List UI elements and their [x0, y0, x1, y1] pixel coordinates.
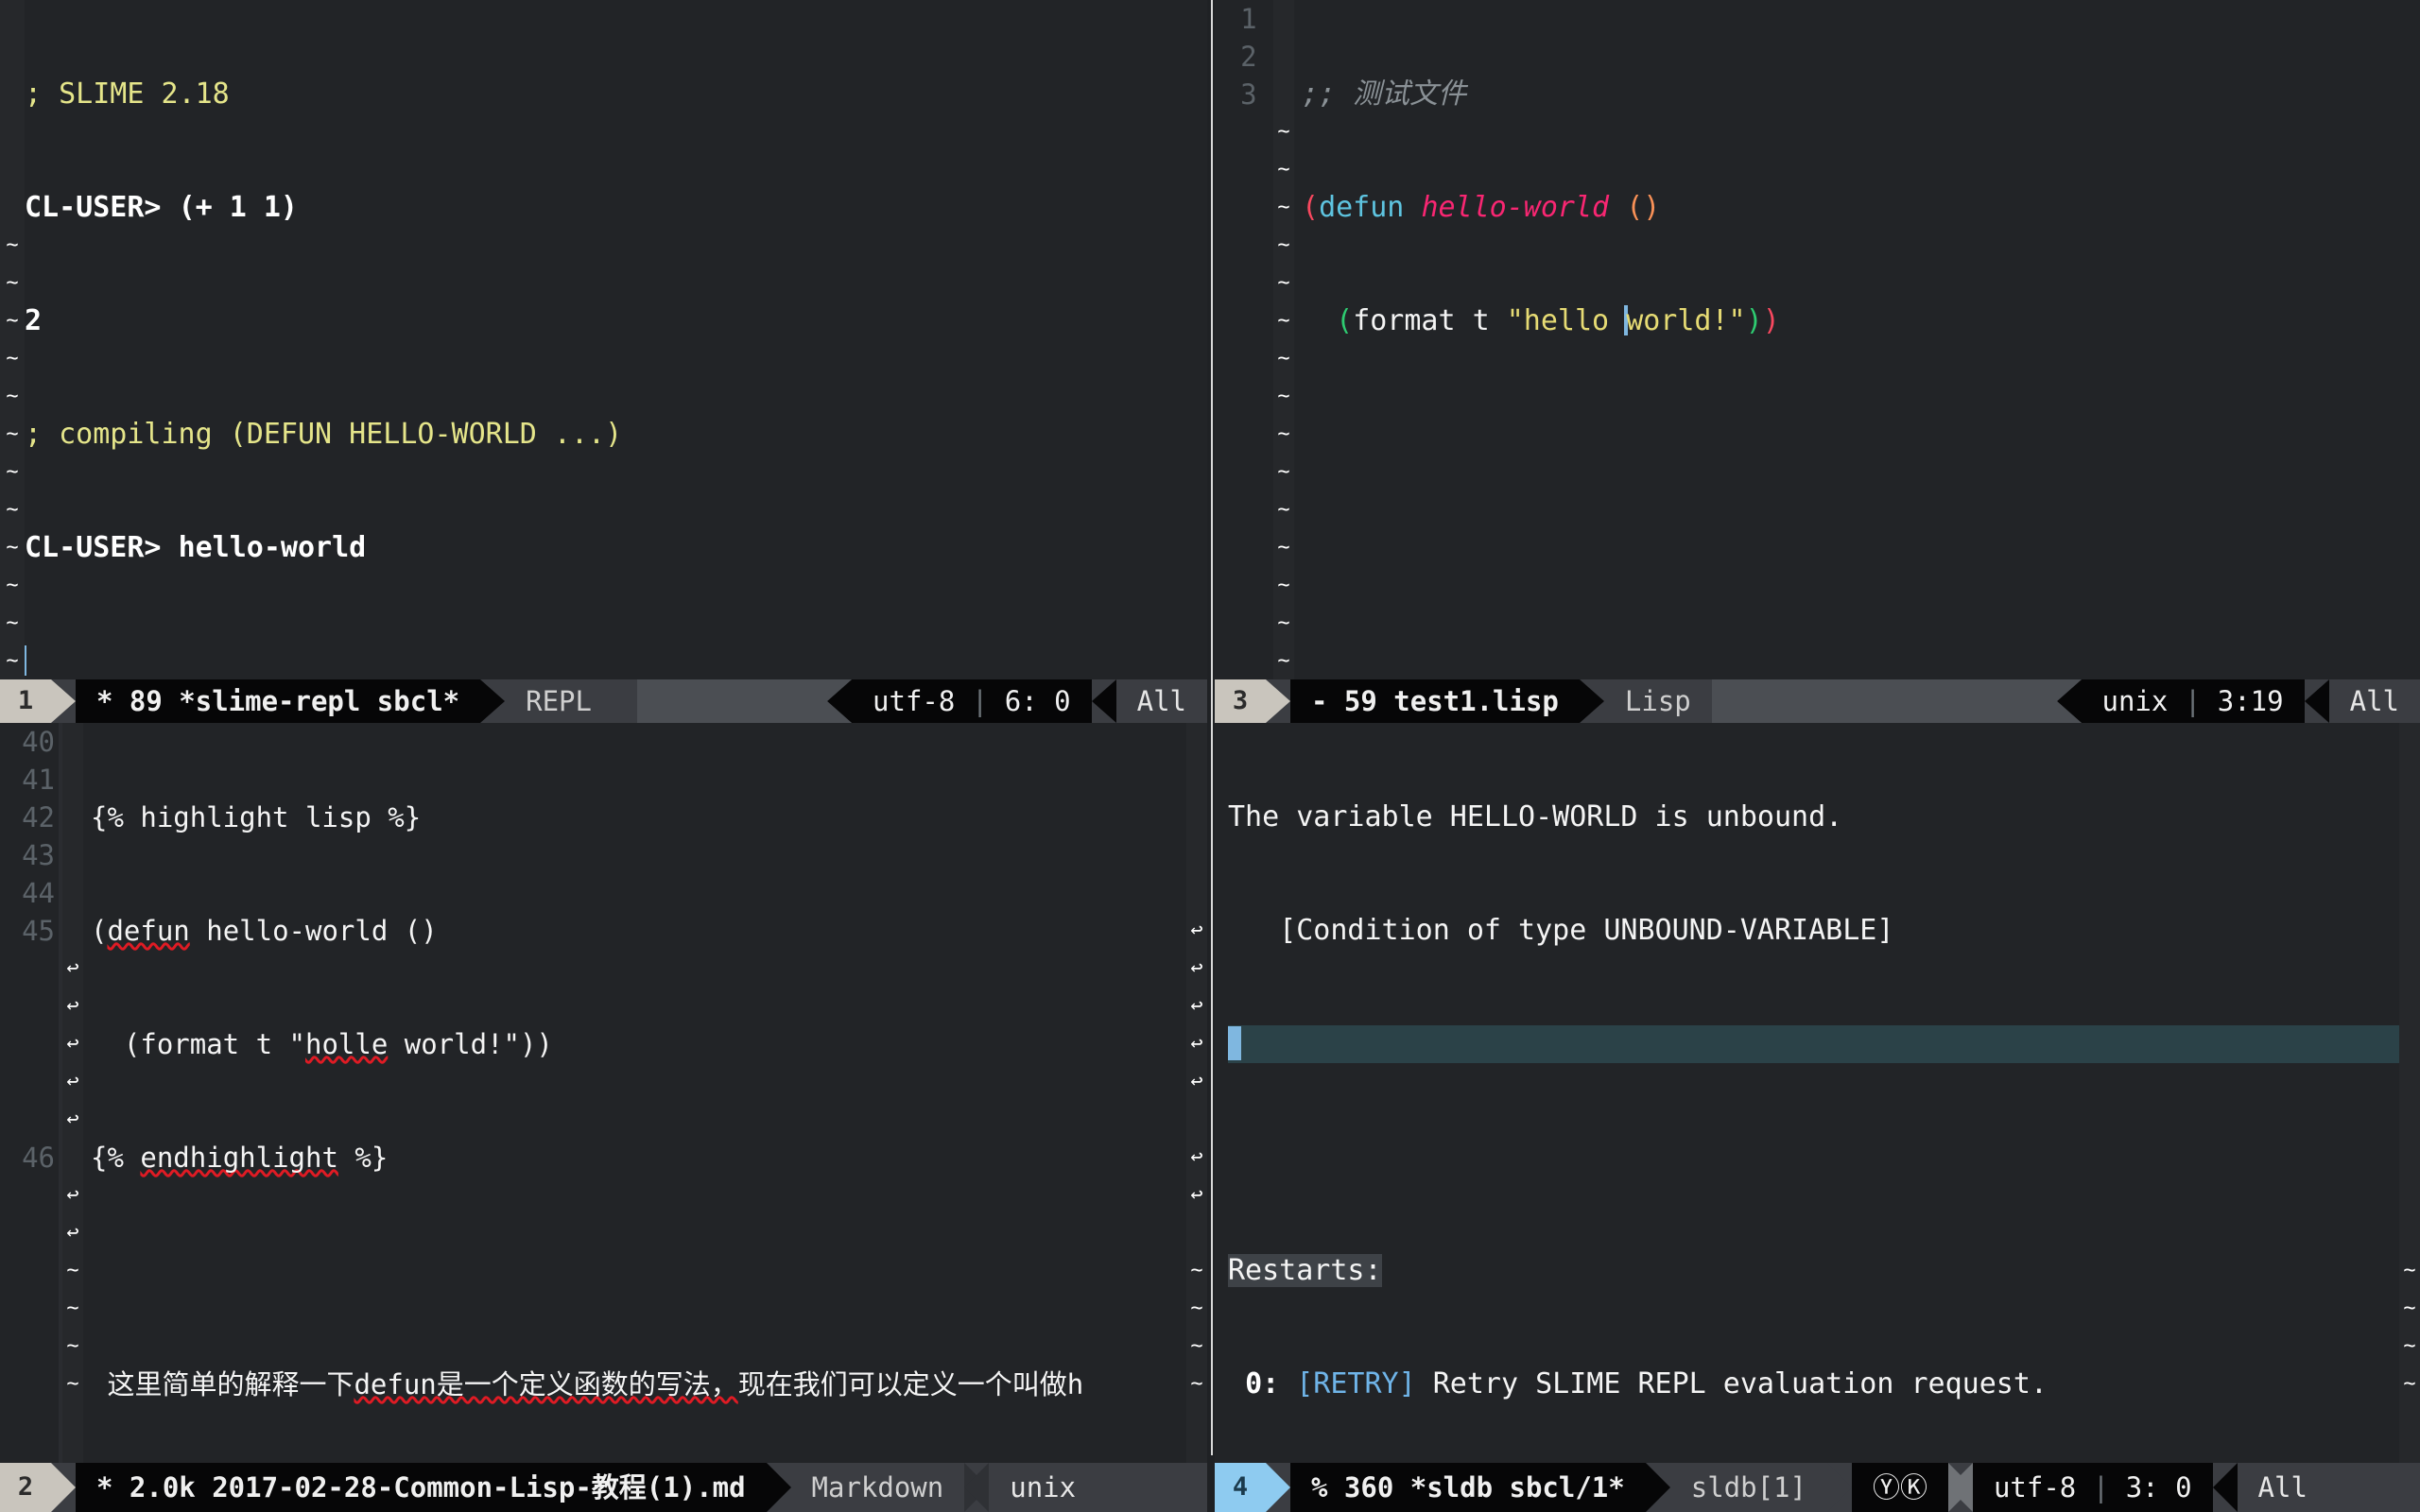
sldb-position: 3: 0 [2125, 1471, 2192, 1503]
modeline-editor[interactable]: 3 - 59 test1.lisp Lisp unix | 3:19 All [1215, 679, 2420, 723]
modeline-sldb[interactable]: 4 % 360 *sldb sbcl/1* sldb[1] ⓎⓀ utf-8 |… [1215, 1463, 2420, 1512]
text-cursor [1228, 1026, 1241, 1060]
sldb-minor-modes[interactable]: ⓎⓀ [1851, 1463, 1948, 1512]
sldb-selected-row[interactable] [1228, 1025, 2399, 1063]
editor-encoding[interactable]: unix | 3:19 [2081, 679, 2305, 723]
markdown-right-fringe: ↩ ↩ ↩ ↩ ↩ ↩ ↩ ~ ~ ~ ~ [1186, 723, 1207, 1463]
sldb-window-number[interactable]: 4 [1215, 1463, 1266, 1512]
repl-window-number[interactable]: 1 [0, 679, 51, 723]
repl-buffer[interactable]: ~~~~~~ ~~~~~~ ~ ; SLIME 2.18 CL-USER> (+… [0, 0, 1207, 679]
editor-line-1: ;; 测试文件 [1302, 77, 1467, 111]
window-test1-lisp[interactable]: 1 2 3 ~ ~ ~ ~ ~ ~ ~ ~ ~ ~ ~ ~ ~ ~ ~ ;; 测试文件 (defun h… [1215, 0, 2420, 723]
editor-buffer[interactable]: 1 2 3 ~ ~ ~ ~ ~ ~ ~ ~ ~ ~ ~ ~ ~ ~ ~ ;; 测试文件 (defun h… [1215, 0, 2420, 679]
repl-input-1: (+ 1 1) [178, 191, 298, 224]
repl-percent[interactable]: All [1115, 679, 1207, 723]
markdown-encoding[interactable]: unix [989, 1463, 1098, 1512]
modeline-markdown[interactable]: 2 * 2.0k 2017-02-28-Common-Lisp-教程(1).md… [0, 1463, 1207, 1512]
markdown-window-number[interactable]: 2 [0, 1463, 51, 1512]
sldb-buffer-name[interactable]: % 360 *sldb sbcl/1* [1290, 1463, 1646, 1512]
markdown-left-fringe: ↩ ↩ ↩ ↩ ↩ ↩ ↩ ~ ~ ~ ~ [62, 723, 83, 1463]
sldb-percent[interactable]: All [2237, 1463, 2328, 1512]
window-sldb[interactable]: ~ ~ ~ ~ The variable HELLO-WORLD is unbound… [1215, 723, 2420, 1512]
arrow-icon [1947, 1463, 1973, 1512]
repl-entry-2: CL-USER> hello-world [25, 529, 1207, 567]
repl-banner: ; SLIME 2.18 [25, 77, 230, 111]
arrow-icon [612, 679, 637, 723]
editor-major-mode[interactable]: Lisp [1603, 679, 1712, 723]
emacs-frame: ~~~~~~ ~~~~~~ ~ ; SLIME 2.18 CL-USER> (+… [0, 0, 2420, 1512]
editor-line-numbers: 1 2 3 [1240, 3, 1273, 111]
text-cursor [25, 645, 26, 676]
arrow-icon [1266, 679, 1290, 723]
repl-entry-1: CL-USER> (+ 1 1) [25, 189, 1207, 227]
repl-buffer-name[interactable]: * 89 *slime-repl sbcl* [76, 679, 481, 723]
window-divider-line [1211, 0, 1213, 1455]
arrow-icon [2304, 679, 2329, 723]
editor-text[interactable]: ;; 测试文件 (defun hello-world () (format t … [1302, 0, 2420, 679]
editor-percent[interactable]: All [2328, 679, 2420, 723]
sldb-buffer[interactable]: ~ ~ ~ ~ The variable HELLO-WORLD is unbound… [1215, 723, 2420, 1463]
arrow-icon [827, 679, 853, 723]
arrow-icon [1645, 1463, 1670, 1512]
arrow-icon [2056, 679, 2082, 723]
repl-fringe: ~~~~~~ ~~~~~~ ~ [0, 0, 25, 679]
repl-position: 6: 0 [1004, 685, 1071, 717]
repl-result-1: 2 [25, 304, 43, 337]
md-line-41: (defun hello-world () [91, 915, 438, 947]
markdown-buffer[interactable]: 40 41 42 43 44 45 46 ↩ ↩ ↩ ↩ ↩ ↩ ↩ ~ ~ ~ ~ ↩ ↩ ↩ ↩ ↩… [0, 723, 1207, 1463]
repl-cursor-line [25, 643, 1207, 679]
editor-fringe: ~ ~ ~ ~ ~ ~ ~ ~ ~ ~ ~ ~ ~ ~ ~ [1273, 0, 1294, 679]
editor-buffer-name[interactable]: - 59 test1.lisp [1290, 679, 1580, 723]
markdown-major-mode[interactable]: Markdown [790, 1463, 965, 1512]
md-line-42: (format t "holle world!")) [91, 1028, 553, 1060]
arrow-icon [1826, 1463, 1852, 1512]
sldb-left-fringe [1215, 723, 1228, 1463]
sldb-encoding[interactable]: utf-8 | 3: 0 [1972, 1463, 2213, 1512]
modeline-repl[interactable]: 1 * 89 *slime-repl sbcl* REPL utf-8 | 6:… [0, 679, 1207, 723]
arrow-icon [480, 679, 506, 723]
repl-prompt-2: CL-USER> [25, 531, 162, 564]
repl-compiling: ; compiling (DEFUN HELLO-WORLD ...) [25, 418, 623, 451]
sldb-restart-0[interactable]: 0: [RETRY] Retry SLIME REPL evaluation r… [1228, 1366, 2399, 1403]
window-markdown[interactable]: 40 41 42 43 44 45 46 ↩ ↩ ↩ ↩ ↩ ↩ ↩ ~ ~ ~ ~ ↩ ↩ ↩ ↩ ↩… [0, 723, 1207, 1512]
md-line-43: {% endhighlight %} [91, 1142, 389, 1174]
sldb-blank [1228, 1139, 2399, 1177]
arrow-icon [1579, 679, 1604, 723]
repl-spacer [636, 679, 828, 723]
repl-prompt-1: CL-USER> [25, 191, 162, 224]
md-para45-l1: 这里简单的解释一下defun是一个定义函数的写法，现在我们可以定义一个叫做h [91, 1368, 1084, 1400]
markdown-line-numbers: 40 41 42 43 44 45 46 [22, 726, 55, 1174]
arrow-icon [51, 1463, 76, 1512]
editor-window-number[interactable]: 3 [1215, 679, 1266, 723]
arrow-icon [51, 679, 76, 723]
editor-spacer [1711, 679, 2057, 723]
arrow-icon [1266, 1463, 1290, 1512]
markdown-buffer-name[interactable]: * 2.0k 2017-02-28-Common-Lisp-教程(1).md [76, 1463, 767, 1512]
editor-line-3: (format t "hello world!")) [1336, 304, 1780, 337]
sldb-condition-1: The variable HELLO-WORLD is unbound. [1228, 800, 1843, 833]
arrow-icon [766, 1463, 791, 1512]
md-line-44 [91, 1252, 1183, 1290]
repl-text[interactable]: ; SLIME 2.18 CL-USER> (+ 1 1) 2 ; compil… [25, 0, 1207, 679]
arrow-icon [1091, 679, 1116, 723]
repl-encoding[interactable]: utf-8 | 6: 0 [852, 679, 1092, 723]
sldb-text[interactable]: The variable HELLO-WORLD is unbound. [Co… [1228, 723, 2399, 1463]
repl-sep: | [971, 685, 989, 717]
sldb-restarts-label: Restarts: [1228, 1254, 1382, 1287]
md-line-40: {% highlight lisp %} [91, 801, 422, 833]
sldb-condition-2: [Condition of type UNBOUND-VARIABLE] [1228, 914, 1894, 947]
editor-line-2: (defun hello-world () [1302, 191, 1661, 224]
arrow-icon [2212, 1463, 2238, 1512]
editor-position: 3:19 [2217, 685, 2284, 717]
sldb-right-fringe: ~ ~ ~ ~ [2399, 723, 2420, 1463]
window-slime-repl[interactable]: ~~~~~~ ~~~~~~ ~ ; SLIME 2.18 CL-USER> (+… [0, 0, 1207, 723]
arrow-icon [964, 1463, 990, 1512]
sldb-major-mode[interactable]: sldb[1] [1669, 1463, 1827, 1512]
markdown-text[interactable]: {% highlight lisp %} (defun hello-world … [91, 723, 1183, 1463]
repl-input-2: hello-world [178, 531, 367, 564]
repl-major-mode[interactable]: REPL [505, 679, 613, 723]
